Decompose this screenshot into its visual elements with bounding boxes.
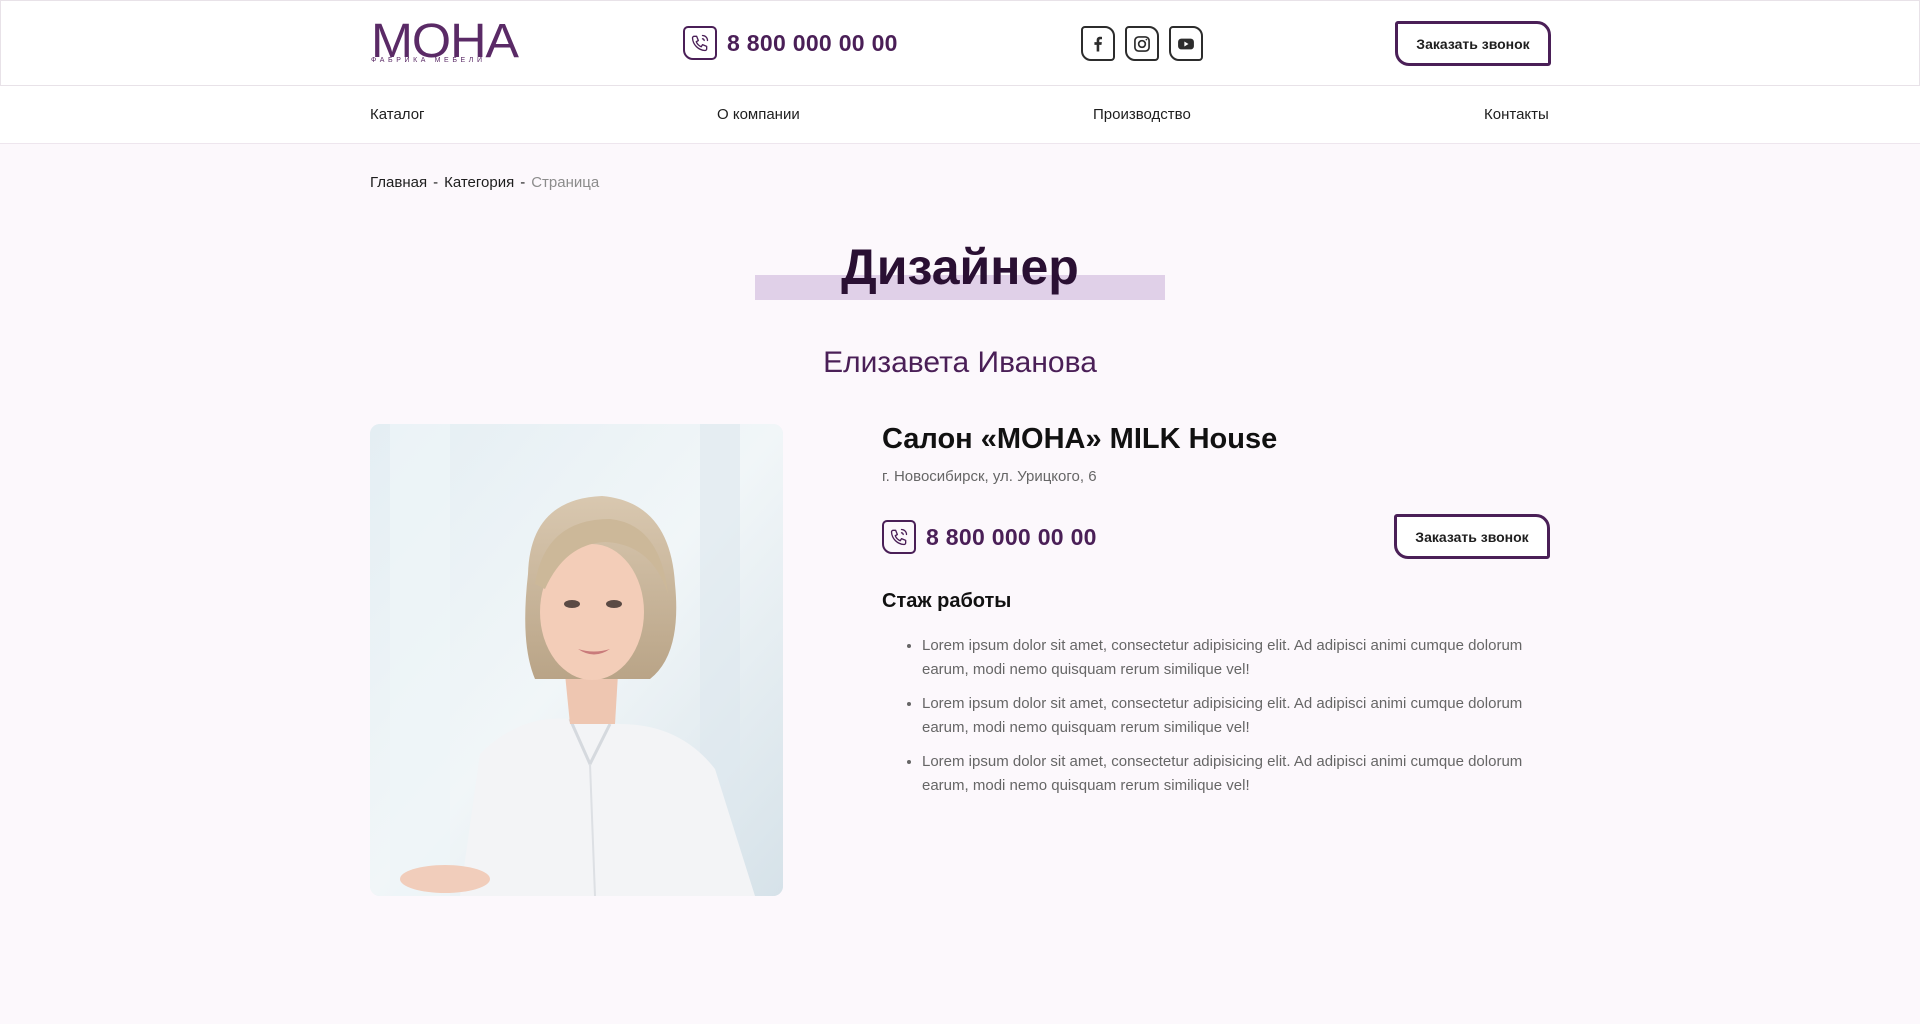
breadcrumb-current: Страница xyxy=(531,174,600,191)
designer-photo xyxy=(370,424,783,896)
page-title: Дизайнер xyxy=(841,239,1079,295)
nav-item-contacts[interactable]: Контакты xyxy=(1484,106,1549,123)
logo[interactable]: МОНА ФАБРИКА МЕБЕЛИ xyxy=(371,18,519,67)
main-nav: Каталог О компании Производство Контакты xyxy=(0,86,1920,144)
nav-item-production[interactable]: Производство xyxy=(1093,106,1191,123)
person-name: Елизавета Иванова xyxy=(823,346,1097,379)
instagram-icon[interactable] xyxy=(1125,26,1159,61)
phone-icon xyxy=(683,26,717,60)
nav-item-catalog[interactable]: Каталог xyxy=(370,106,425,123)
social-links xyxy=(1081,26,1203,61)
phone-icon xyxy=(882,520,916,554)
salon-address: г. Новосибирск, ул. Урицкого, 6 xyxy=(882,468,1097,485)
experience-item: Lorem ipsum dolor sit amet, consectetur … xyxy=(922,634,1542,682)
salon-phone-number: 8 800 000 00 00 xyxy=(926,523,1097,550)
site-header: МОНА ФАБРИКА МЕБЕЛИ 8 800 000 00 00 Зака… xyxy=(0,0,1920,86)
salon-call-button[interactable]: Заказать звонок xyxy=(1394,514,1550,559)
header-phone-number: 8 800 000 00 00 xyxy=(727,29,898,56)
breadcrumb-separator: - xyxy=(433,174,439,191)
nav-item-about[interactable]: О компании xyxy=(717,106,800,123)
logo-subtitle: ФАБРИКА МЕБЕЛИ xyxy=(371,57,486,64)
designer-photo-illustration xyxy=(370,424,783,896)
header-phone[interactable]: 8 800 000 00 00 xyxy=(683,26,898,60)
salon-phone[interactable]: 8 800 000 00 00 xyxy=(882,520,1097,554)
experience-item: Lorem ipsum dolor sit amet, consectetur … xyxy=(922,750,1542,798)
experience-list: Lorem ipsum dolor sit amet, consectetur … xyxy=(922,634,1542,808)
experience-item: Lorem ipsum dolor sit amet, consectetur … xyxy=(922,692,1542,740)
experience-title: Стаж работы xyxy=(882,590,1012,612)
breadcrumb-home[interactable]: Главная xyxy=(370,174,427,191)
facebook-icon[interactable] xyxy=(1081,26,1115,61)
youtube-icon[interactable] xyxy=(1169,26,1203,61)
header-call-button[interactable]: Заказать звонок xyxy=(1395,21,1551,66)
breadcrumb: Главная - Категория - Страница xyxy=(370,174,599,191)
breadcrumb-separator: - xyxy=(520,174,526,191)
page-title-block: Дизайнер xyxy=(0,238,1920,300)
salon-title: Салон «МОНА» MILK House xyxy=(882,423,1278,455)
breadcrumb-category[interactable]: Категория xyxy=(444,174,514,191)
